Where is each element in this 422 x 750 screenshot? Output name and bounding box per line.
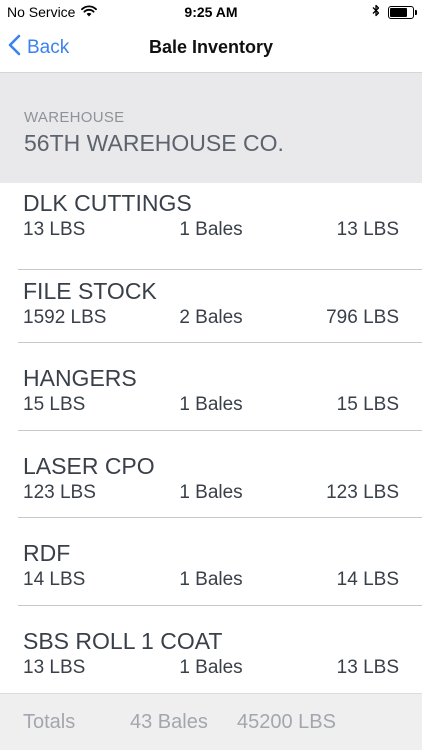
navigation-bar: Back Bale Inventory (0, 24, 422, 73)
totals-weight: 45200 LBS (237, 711, 336, 733)
battery-level (390, 7, 407, 17)
list-item[interactable]: LASER CPO 123 LBS 1 Bales 123 LBS (0, 430, 422, 517)
item-average-weight: 15 LBS (336, 394, 399, 415)
item-name: LASER CPO (23, 453, 155, 479)
battery-icon (388, 5, 417, 19)
item-name: DLK CUTTINGS (23, 190, 192, 216)
totals-bale-count: 43 Bales (130, 711, 208, 733)
list-item[interactable]: RDF 14 LBS 1 Bales 14 LBS (0, 517, 422, 604)
row-divider (18, 342, 422, 343)
item-name: SBS ROLL 1 COAT (23, 628, 223, 654)
item-average-weight: 796 LBS (326, 307, 399, 328)
status-indicators (372, 4, 417, 20)
page-title: Bale Inventory (148, 37, 274, 57)
list-item[interactable]: SBS ROLL 1 COAT 13 LBS 1 Bales 13 LBS (0, 605, 422, 692)
list-item[interactable]: HANGERS 15 LBS 1 Bales 15 LBS (0, 342, 422, 429)
item-average-weight: 13 LBS (336, 219, 399, 240)
bale-inventory-screen: No Service 9:25 AM Back Bale Inventory W… (0, 0, 422, 750)
inventory-list[interactable]: DLK CUTTINGS 13 LBS 1 Bales 13 LBS FILE … (0, 183, 422, 693)
totals-bar: Totals 43 Bales 45200 LBS (0, 693, 422, 750)
warehouse-name: 56TH WAREHOUSE CO. (24, 130, 284, 156)
item-name: FILE STOCK (23, 278, 157, 304)
totals-label: Totals (23, 711, 76, 733)
item-average-weight: 13 LBS (336, 657, 399, 678)
item-name: RDF (23, 540, 71, 566)
item-name: HANGERS (23, 365, 137, 391)
row-divider (18, 605, 422, 606)
bluetooth-icon (372, 4, 380, 20)
row-divider (18, 430, 422, 431)
row-divider (18, 517, 422, 518)
list-item[interactable]: FILE STOCK 1592 LBS 2 Bales 796 LBS (0, 255, 422, 342)
status-time: 9:25 AM (184, 4, 238, 20)
status-bar: No Service 9:25 AM (0, 0, 422, 24)
warehouse-header: WAREHOUSE 56TH WAREHOUSE CO. (0, 73, 422, 183)
warehouse-caption: WAREHOUSE (24, 109, 125, 126)
item-average-weight: 123 LBS (326, 482, 399, 503)
item-average-weight: 14 LBS (336, 569, 399, 590)
